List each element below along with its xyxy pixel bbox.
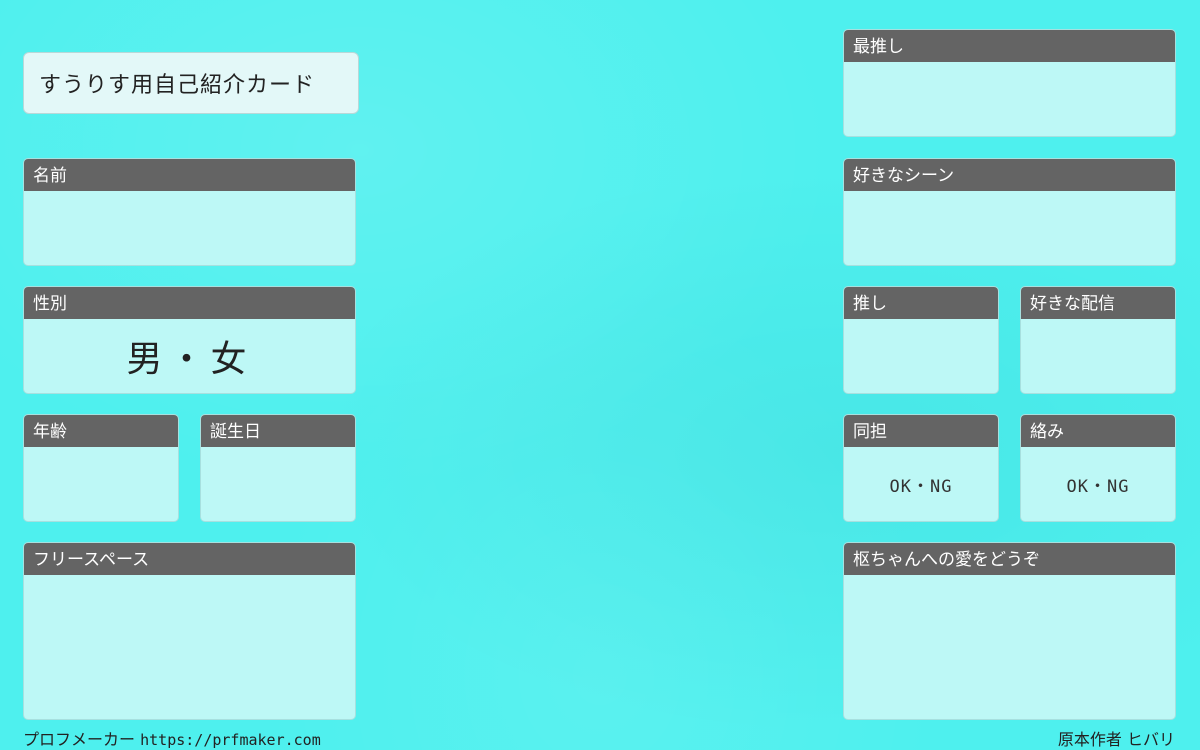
interaction-card: 絡み OK・NG	[1020, 414, 1176, 522]
favorite-label: 最推し	[844, 30, 1175, 62]
birthday-card: 誕生日	[200, 414, 356, 522]
oshi-label: 推し	[844, 287, 998, 319]
favorite-field[interactable]	[844, 62, 1175, 136]
gender-field[interactable]: 男・女	[24, 319, 355, 393]
name-label: 名前	[24, 159, 355, 191]
gender-options: 男・女	[126, 339, 253, 380]
free-space-label: フリースペース	[24, 543, 355, 575]
favorite-scene-field[interactable]	[844, 191, 1175, 265]
favorite-stream-field[interactable]	[1021, 319, 1175, 393]
free-space-field[interactable]	[24, 575, 355, 719]
maker-url[interactable]: https://prfmaker.com	[140, 731, 321, 749]
gender-card: 性別 男・女	[23, 286, 356, 394]
birthday-field[interactable]	[201, 447, 355, 521]
interaction-label: 絡み	[1021, 415, 1175, 447]
same-fan-options: OK・NG	[889, 476, 953, 497]
love-message-field[interactable]	[844, 575, 1175, 719]
same-fan-card: 同担 OK・NG	[843, 414, 999, 522]
maker-name: プロフメーカー	[23, 730, 136, 749]
favorite-stream-card: 好きな配信	[1020, 286, 1176, 394]
name-field[interactable]	[24, 191, 355, 265]
free-space-card: フリースペース	[23, 542, 356, 720]
name-card: 名前	[23, 158, 356, 266]
same-fan-label: 同担	[844, 415, 998, 447]
favorite-scene-card: 好きなシーン	[843, 158, 1176, 266]
birthday-label: 誕生日	[201, 415, 355, 447]
original-author: 原本作者 ヒバリ	[1057, 730, 1175, 749]
age-card: 年齢	[23, 414, 179, 522]
oshi-field[interactable]	[844, 319, 998, 393]
age-label: 年齢	[24, 415, 178, 447]
gender-label: 性別	[24, 287, 355, 319]
interaction-field[interactable]: OK・NG	[1021, 447, 1175, 521]
card-title: すうりす用自己紹介カード	[23, 52, 359, 114]
favorite-scene-label: 好きなシーン	[844, 159, 1175, 191]
favorite-stream-label: 好きな配信	[1021, 287, 1175, 319]
same-fan-field[interactable]: OK・NG	[844, 447, 998, 521]
oshi-card: 推し	[843, 286, 999, 394]
favorite-card: 最推し	[843, 29, 1176, 137]
love-message-label: 枢ちゃんへの愛をどうぞ	[844, 543, 1175, 575]
age-field[interactable]	[24, 447, 178, 521]
interaction-options: OK・NG	[1066, 476, 1130, 497]
love-message-card: 枢ちゃんへの愛をどうぞ	[843, 542, 1176, 720]
footer-credit: プロフメーカー https://prfmaker.com	[23, 726, 321, 750]
